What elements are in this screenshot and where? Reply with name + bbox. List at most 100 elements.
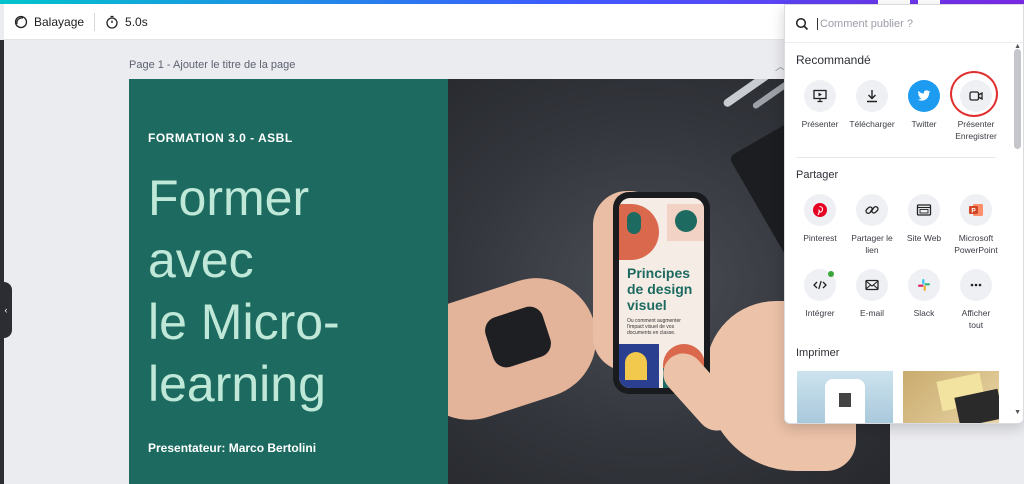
search-icon	[795, 17, 809, 30]
email-option[interactable]: E-mail	[845, 269, 899, 319]
share-heading: Partager	[796, 169, 839, 181]
transition-icon	[14, 15, 28, 28]
slack-option[interactable]: Slack	[897, 269, 951, 319]
slide-canvas[interactable]: FORMATION 3.0 - ASBL Former avec le Micr…	[129, 79, 890, 484]
phone-decor-shape	[625, 352, 647, 380]
phone-caption: Ou comment augmenter l'impact visuel de …	[627, 318, 681, 336]
option-label: Partager le lien	[845, 232, 899, 256]
print-tshirt-thumbnail[interactable]	[797, 371, 893, 423]
slide-title-line: le Micro-	[148, 294, 340, 350]
link-icon	[865, 206, 879, 214]
download-option[interactable]: Télécharger	[845, 80, 899, 130]
slide-presenter[interactable]: Presentateur: Marco Bertolini	[148, 441, 316, 455]
toolbar-divider	[94, 12, 96, 31]
editor-toolbar: Balayage 5.0s	[4, 4, 784, 40]
slack-icon	[918, 279, 930, 291]
show-all-option[interactable]: Afficher tout	[949, 269, 1003, 331]
option-label: Microsoft PowerPoint	[949, 232, 1003, 256]
phone-decor-shape	[627, 212, 641, 234]
embed-icon	[813, 280, 827, 290]
option-label: Intégrer	[805, 308, 835, 318]
pinterest-option[interactable]: Pinterest	[793, 194, 847, 244]
share-search-input[interactable]	[817, 17, 997, 30]
scroll-down-arrow-icon[interactable]: ▼	[1014, 409, 1021, 416]
highlight-circle-annotation	[950, 71, 998, 117]
phone-title-line: visuel	[627, 297, 667, 313]
option-label: Pinterest	[803, 233, 837, 243]
phone-decor-shape	[619, 204, 659, 260]
share-search	[785, 5, 1023, 43]
phone-title: Principes de design visuel	[627, 265, 692, 313]
option-circle	[908, 194, 940, 226]
option-circle	[856, 80, 888, 112]
page-title-label[interactable]: Page 1 - Ajouter le titre de la page	[129, 59, 295, 71]
email-icon	[865, 279, 879, 291]
transition-button[interactable]: Balayage	[14, 15, 84, 29]
website-icon	[916, 204, 932, 216]
print-heading: Imprimer	[796, 347, 840, 359]
option-label: Afficher tout	[949, 307, 1003, 331]
option-label: Twitter	[911, 119, 937, 129]
download-icon	[867, 90, 877, 103]
option-label: Site Web	[906, 233, 942, 243]
duration-label: 5.0s	[125, 14, 148, 29]
slide-text-panel: FORMATION 3.0 - ASBL Former avec le Micr…	[129, 79, 448, 484]
option-circle	[960, 269, 992, 301]
phone-title-line: Principes	[627, 265, 691, 281]
twitter-icon	[917, 90, 931, 101]
slide-subtitle[interactable]: FORMATION 3.0 - ASBL	[148, 131, 293, 145]
phone-decor-shape	[675, 210, 697, 232]
option-label-line: Présenter	[957, 119, 995, 129]
option-circle: P	[960, 194, 992, 226]
svg-text:P: P	[971, 208, 976, 215]
powerpoint-icon: P	[969, 204, 983, 216]
option-label: E-mail	[859, 308, 885, 318]
present-icon	[813, 89, 827, 103]
slide-title-line: Former	[148, 170, 310, 226]
slide-title-line: learning	[148, 356, 326, 412]
left-panel-edge	[0, 40, 4, 484]
slide-title-line: avec	[148, 232, 254, 288]
timer-icon	[106, 15, 118, 29]
option-circle	[804, 269, 836, 301]
option-circle	[856, 269, 888, 301]
option-label: Télécharger	[849, 119, 895, 129]
option-circle	[908, 269, 940, 301]
collapse-panel-handle[interactable]: ‹	[0, 282, 12, 338]
share-link-option[interactable]: Partager le lien	[845, 194, 899, 256]
present-option[interactable]: Présenter	[793, 80, 847, 130]
powerpoint-option[interactable]: P Microsoft PowerPoint	[949, 194, 1003, 256]
chevron-left-icon: ‹	[4, 305, 8, 315]
phone-title-line: de design	[627, 281, 693, 297]
option-circle	[804, 194, 836, 226]
option-label-line: tout	[968, 320, 984, 330]
tshirt-print	[839, 393, 851, 407]
more-icon	[970, 283, 982, 287]
option-circle	[804, 80, 836, 112]
canvas-left-gutter	[4, 40, 16, 484]
scroll-up-arrow-icon[interactable]: ▲	[1014, 43, 1021, 50]
option-label: Présenter	[801, 119, 839, 129]
option-label-line: Afficher	[961, 308, 991, 318]
option-label: Présenter Enregistrer	[949, 118, 1003, 142]
option-label-line: Microsoft	[958, 233, 994, 243]
website-option[interactable]: Site Web	[897, 194, 951, 244]
print-business-card-thumbnail[interactable]	[903, 371, 999, 423]
section-divider	[796, 157, 996, 158]
option-label-line: lien	[865, 245, 879, 255]
recommended-heading: Recommandé	[796, 53, 871, 67]
duration-button[interactable]: 5.0s	[105, 15, 148, 29]
option-label: Slack	[913, 308, 935, 318]
share-panel: Recommandé Présenter Télécharger Twitter	[784, 4, 1024, 424]
twitter-option[interactable]: Twitter	[897, 80, 951, 130]
slide-title[interactable]: Former avec le Micro- learning	[148, 167, 448, 415]
option-label-line: PowerPoint	[954, 245, 998, 255]
option-label-line: Partager le	[851, 233, 893, 243]
option-circle	[856, 194, 888, 226]
embed-option[interactable]: Intégrer	[793, 269, 847, 319]
new-badge-dot	[828, 271, 834, 277]
option-circle	[908, 80, 940, 112]
panel-scrollbar-thumb[interactable]	[1014, 49, 1021, 149]
option-label-line: Enregistrer	[955, 131, 997, 141]
pinterest-icon	[813, 203, 827, 217]
